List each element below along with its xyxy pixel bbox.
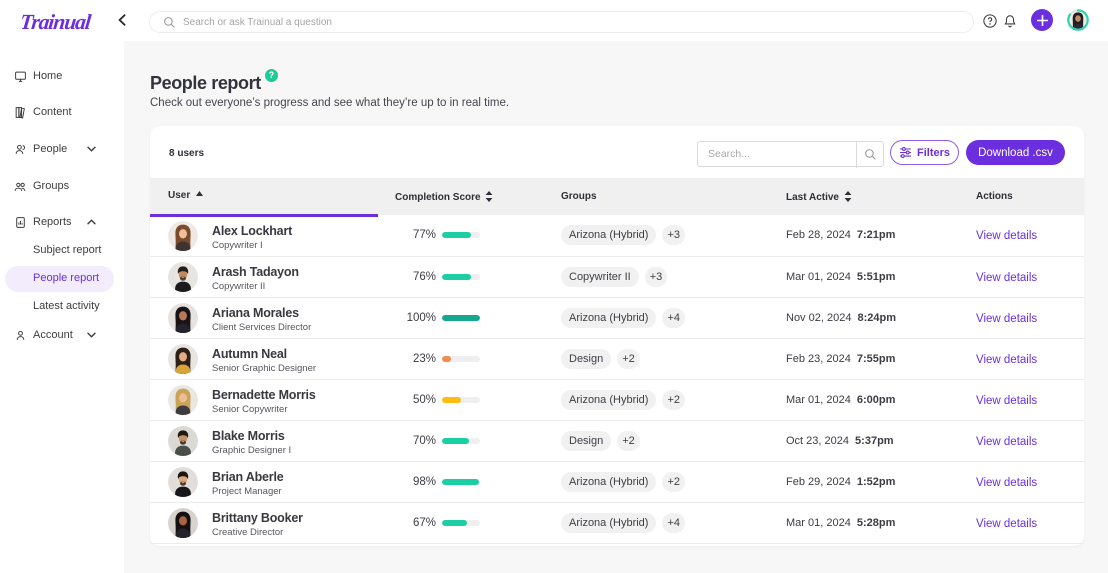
svg-text:Trainual: Trainual <box>22 10 92 34</box>
